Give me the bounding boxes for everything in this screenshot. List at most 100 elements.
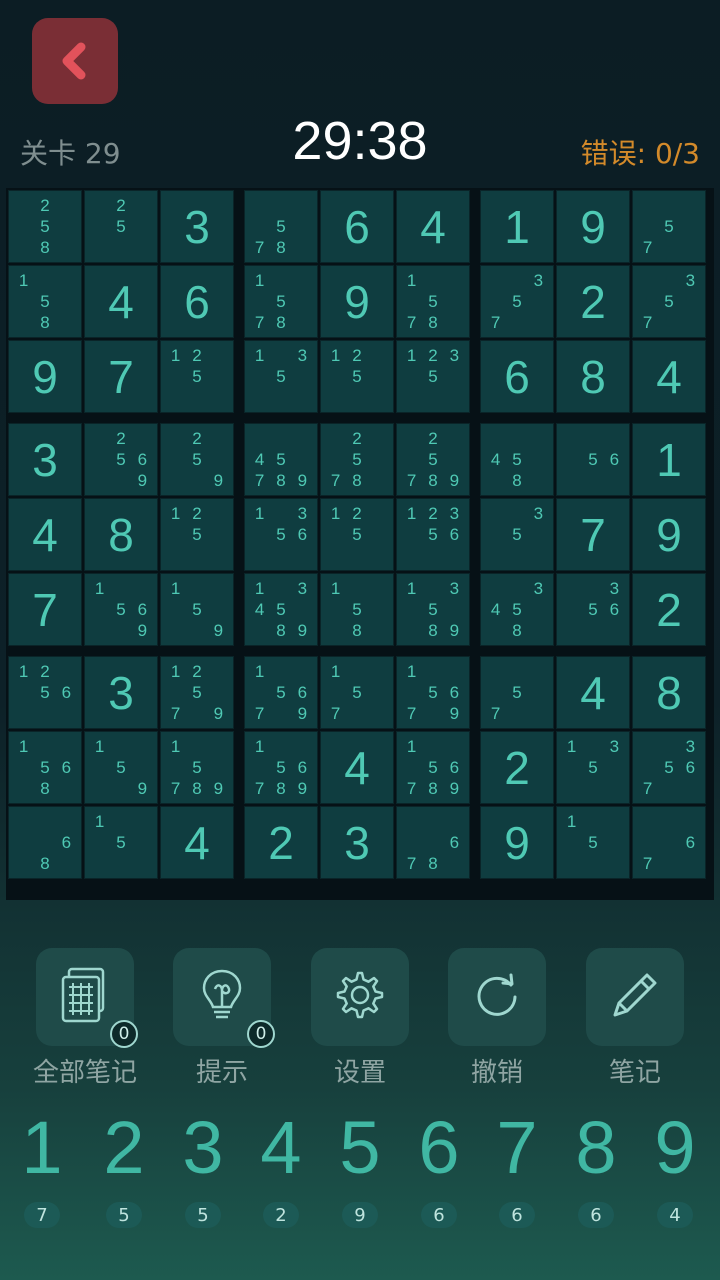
sudoku-cell[interactable]: 1 356 — [244, 498, 318, 571]
sudoku-cell[interactable]: 1 3 45 89 — [244, 573, 318, 646]
sudoku-cell[interactable]: 57 — [632, 190, 706, 263]
sudoku-cell[interactable]: 67 — [632, 806, 706, 879]
sudoku-cell[interactable]: 3 — [84, 656, 158, 729]
sudoku-cell[interactable]: 15 8 — [320, 573, 394, 646]
sudoku-cell[interactable]: 1 — [480, 190, 554, 263]
sudoku-cell[interactable]: 1578 — [244, 265, 318, 338]
number-key[interactable]: 66 — [400, 1104, 478, 1228]
sudoku-cell[interactable]: 2 — [244, 806, 318, 879]
sudoku-cell[interactable]: 9 — [632, 498, 706, 571]
tool-pencil[interactable]: 笔记 — [565, 948, 705, 1089]
sudoku-cell[interactable]: 4 — [84, 265, 158, 338]
tool-button[interactable]: 0 — [173, 948, 275, 1048]
sudoku-cell[interactable]: 8 — [556, 340, 630, 413]
sudoku-cell[interactable]: 12 56 — [8, 656, 82, 729]
sudoku-cell[interactable]: 157 — [320, 656, 394, 729]
sudoku-cell[interactable]: 9 — [320, 265, 394, 338]
sudoku-cell[interactable]: 1 — [632, 423, 706, 496]
sudoku-cell[interactable]: 9 — [8, 340, 82, 413]
sudoku-cell[interactable]: 2 5789 — [396, 423, 470, 496]
sudoku-cell[interactable]: 45 8 — [480, 423, 554, 496]
sudoku-cell[interactable]: 8 — [84, 498, 158, 571]
sudoku-cell[interactable]: 1568 — [8, 731, 82, 804]
number-key[interactable]: 17 — [3, 1104, 81, 1228]
sudoku-cell[interactable]: 9 — [480, 806, 554, 879]
sudoku-cell[interactable]: 1569 — [84, 573, 158, 646]
number-key[interactable]: 35 — [164, 1104, 242, 1228]
sudoku-cell[interactable]: 3 — [160, 190, 234, 263]
number-key[interactable]: 76 — [478, 1104, 556, 1228]
sudoku-cell[interactable]: 4 — [320, 731, 394, 804]
sudoku-cell[interactable]: 7 — [556, 498, 630, 571]
tool-notes-grid[interactable]: 0 全部笔记 — [15, 948, 155, 1089]
sudoku-cell[interactable]: 2 59 — [160, 423, 234, 496]
sudoku-cell[interactable]: 12 57 9 — [160, 656, 234, 729]
sudoku-cell[interactable]: 56 — [556, 423, 630, 496]
sudoku-cell[interactable]: 45789 — [244, 423, 318, 496]
sudoku-cell[interactable]: 356 7 — [632, 731, 706, 804]
sudoku-cell[interactable]: 12 5 — [320, 340, 394, 413]
sudoku-cell[interactable]: 15 8 — [8, 265, 82, 338]
sudoku-cell[interactable]: 6 — [320, 190, 394, 263]
sudoku-cell[interactable]: 2 — [480, 731, 554, 804]
sudoku-cell[interactable]: 7 — [8, 573, 82, 646]
number-key[interactable]: 42 — [242, 1104, 320, 1228]
sudoku-cell[interactable]: 357 — [480, 265, 554, 338]
sudoku-cell[interactable]: 7 — [84, 340, 158, 413]
sudoku-cell[interactable]: 1578 — [396, 265, 470, 338]
sudoku-cell[interactable]: 3 — [8, 423, 82, 496]
sudoku-cell[interactable]: 357 — [632, 265, 706, 338]
sudoku-cell[interactable]: 4 — [396, 190, 470, 263]
tool-button[interactable] — [311, 948, 409, 1046]
sudoku-cell[interactable]: 12 5 — [320, 498, 394, 571]
sudoku-cell[interactable]: 1 35 89 — [396, 573, 470, 646]
sudoku-cell[interactable]: 9 — [556, 190, 630, 263]
sudoku-cell[interactable]: 6 — [480, 340, 554, 413]
number-key[interactable]: 59 — [321, 1104, 399, 1228]
sudoku-cell[interactable]: 25 — [84, 190, 158, 263]
sudoku-cell[interactable]: 159 — [84, 731, 158, 804]
sudoku-cell[interactable]: 15 — [556, 806, 630, 879]
sudoku-cell[interactable]: 2 578 — [320, 423, 394, 496]
sudoku-cell[interactable]: 1 35 — [244, 340, 318, 413]
sudoku-cell[interactable]: 4 — [632, 340, 706, 413]
sudoku-cell[interactable]: 35 — [480, 498, 554, 571]
sudoku-cell[interactable]: 12356 — [396, 498, 470, 571]
sudoku-cell[interactable]: 2 — [556, 265, 630, 338]
tool-lightbulb[interactable]: 0 提示 — [152, 948, 292, 1089]
sudoku-cell[interactable]: 1 35 — [556, 731, 630, 804]
sudoku-cell[interactable]: 578 — [244, 190, 318, 263]
sudoku-cell[interactable]: 2 — [632, 573, 706, 646]
sudoku-cell[interactable]: 156 7 9 — [244, 656, 318, 729]
sudoku-cell[interactable]: 68 — [8, 806, 82, 879]
tool-gear[interactable]: 设置 — [290, 948, 430, 1089]
tool-button[interactable] — [448, 948, 546, 1046]
number-key[interactable]: 94 — [636, 1104, 714, 1228]
sudoku-cell[interactable]: 12 5 — [160, 340, 234, 413]
sudoku-cell[interactable]: 1235 — [396, 340, 470, 413]
sudoku-cell[interactable]: 156 789 — [396, 731, 470, 804]
tool-undo[interactable]: 撤销 — [427, 948, 567, 1089]
sudoku-cell[interactable]: 3 45 8 — [480, 573, 554, 646]
sudoku-cell[interactable]: 356 — [556, 573, 630, 646]
number-key[interactable]: 86 — [557, 1104, 635, 1228]
sudoku-cell[interactable]: 4 — [556, 656, 630, 729]
sudoku-cell[interactable]: 156 789 — [244, 731, 318, 804]
number-key[interactable]: 25 — [85, 1104, 163, 1228]
sudoku-cell[interactable]: 6 78 — [396, 806, 470, 879]
sudoku-cell[interactable]: 15789 — [160, 731, 234, 804]
sudoku-cell[interactable]: 4 — [160, 806, 234, 879]
sudoku-cell[interactable]: 2 56 9 — [84, 423, 158, 496]
sudoku-cell[interactable]: 3 — [320, 806, 394, 879]
sudoku-cell[interactable]: 2 5 8 — [8, 190, 82, 263]
tool-button[interactable] — [586, 948, 684, 1046]
sudoku-cell[interactable]: 12 5 — [160, 498, 234, 571]
sudoku-cell[interactable]: 4 — [8, 498, 82, 571]
back-button[interactable] — [32, 18, 118, 104]
sudoku-cell[interactable]: 8 — [632, 656, 706, 729]
tool-button[interactable]: 0 — [36, 948, 138, 1048]
sudoku-cell[interactable]: 156 7 9 — [396, 656, 470, 729]
sudoku-cell[interactable]: 6 — [160, 265, 234, 338]
sudoku-cell[interactable]: 57 — [480, 656, 554, 729]
sudoku-cell[interactable]: 159 — [160, 573, 234, 646]
